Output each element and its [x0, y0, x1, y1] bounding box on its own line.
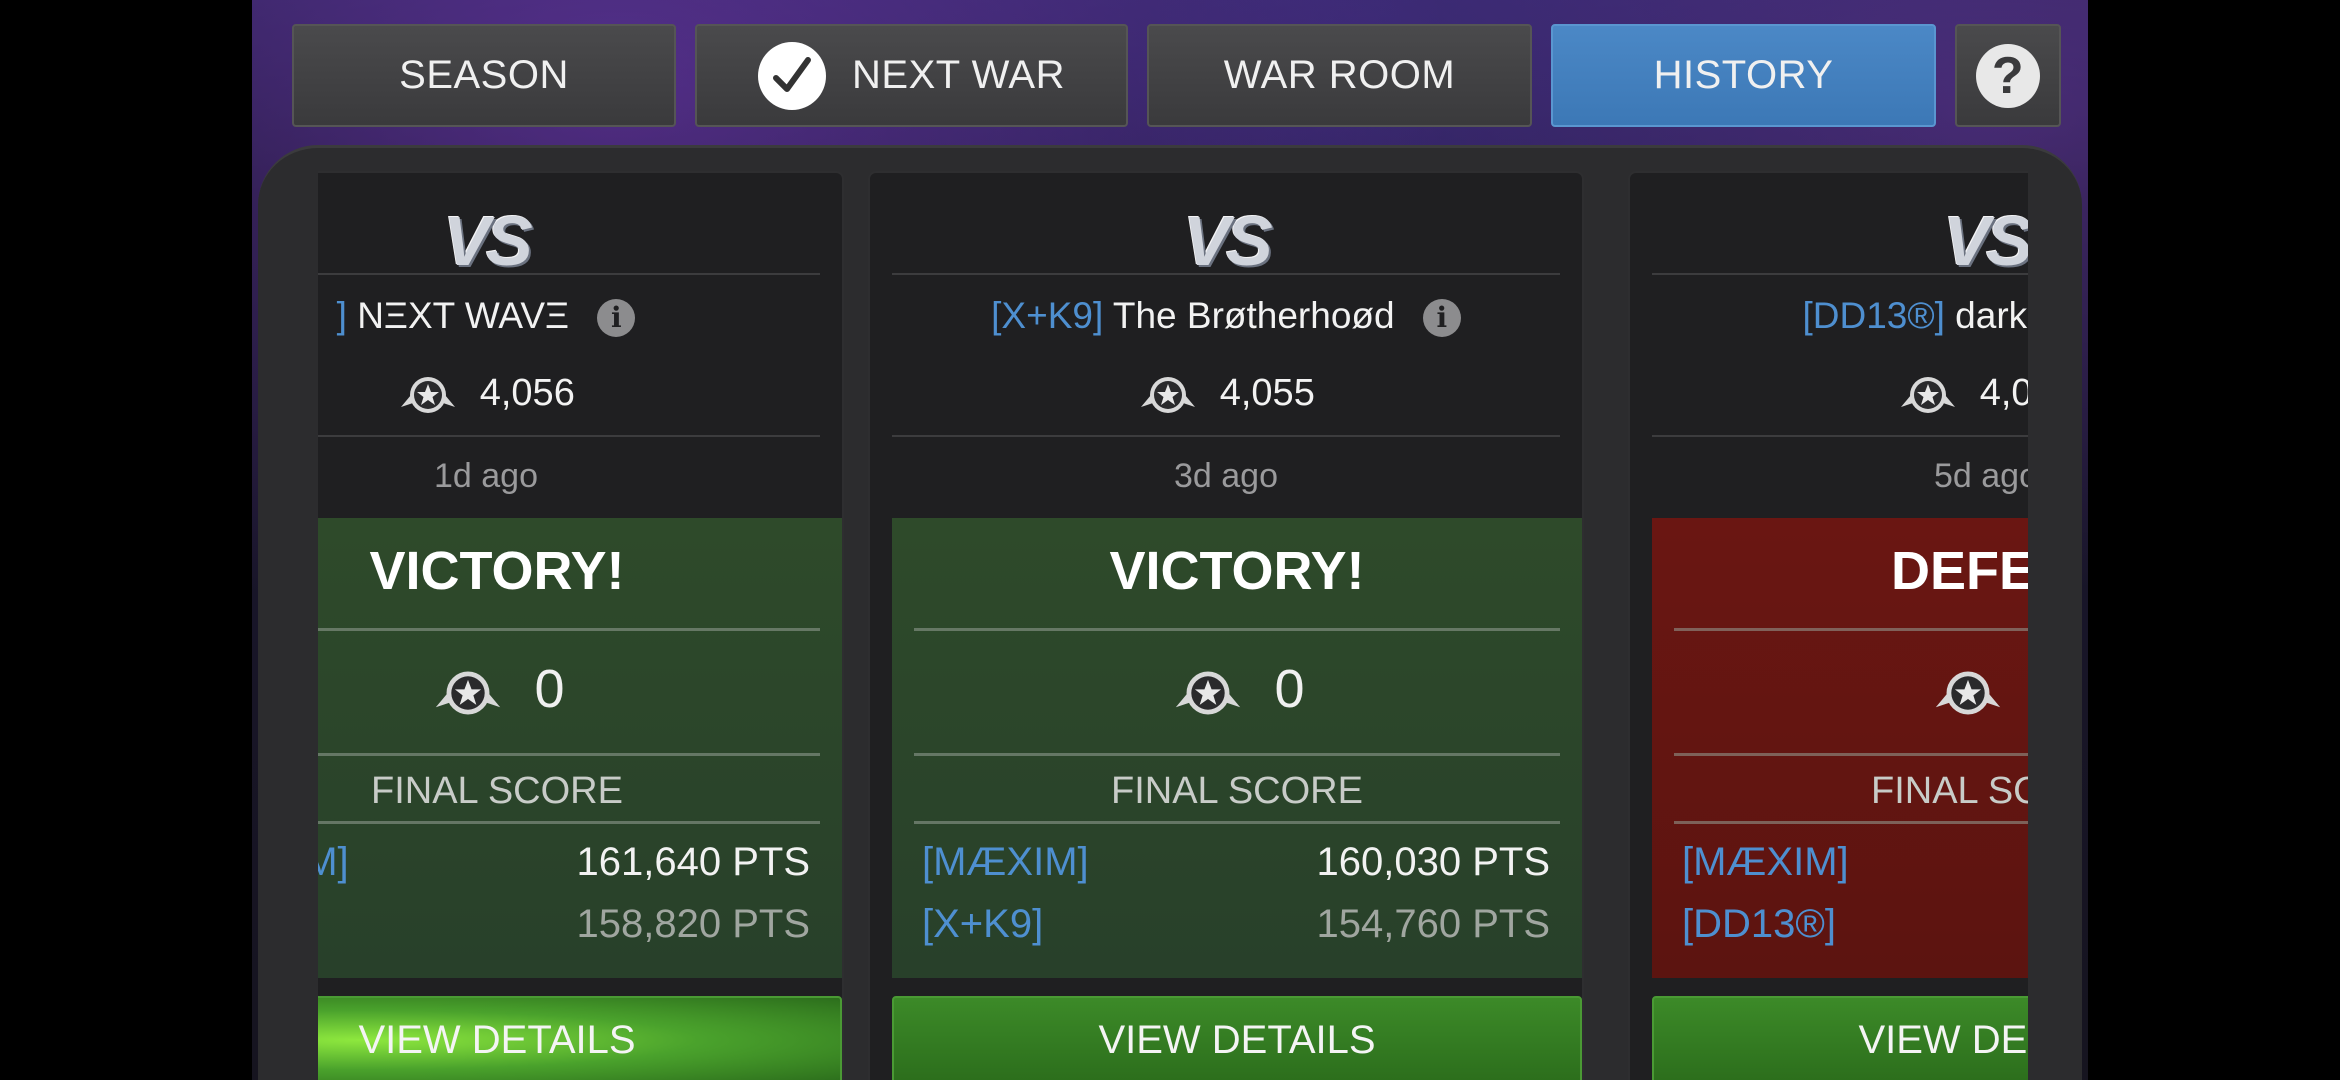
result-title: VICTORY!	[369, 541, 625, 601]
war-rating-icon	[401, 377, 456, 413]
divider	[318, 628, 820, 631]
help-icon: ?	[1976, 43, 2040, 108]
divider	[318, 273, 820, 275]
divider	[318, 753, 820, 756]
opponent-tag: ]	[336, 295, 347, 336]
final-score-label: FINAL SCORE	[1871, 770, 2028, 812]
opponent-name-row: [X+K9] The Brøtherhoød i	[870, 295, 1582, 338]
time-ago: 3d ago	[1174, 457, 1278, 495]
final-score-label: FINAL SCORE	[371, 770, 623, 812]
tab-war-room[interactable]: WAR ROOM	[1147, 24, 1532, 127]
tab-season[interactable]: SEASON	[292, 24, 676, 127]
points-earned-value: 0	[534, 659, 565, 719]
divider	[914, 821, 1560, 824]
divider	[914, 628, 1560, 631]
war-rating-icon	[1141, 377, 1196, 413]
info-icon[interactable]: i	[597, 299, 636, 338]
war-rating-icon	[1901, 377, 1956, 413]
rating-value: 4,055	[1219, 372, 1315, 415]
divider	[1652, 273, 2028, 275]
war-points-earned: 0	[1652, 658, 2028, 724]
time-ago: 5d ago	[1934, 457, 2028, 495]
opponent-rating: 4,053	[1630, 369, 2028, 421]
points-earned-value: 0	[1274, 659, 1305, 719]
result-box: VICTORY! 0 FINAL SCORE [MÆXIM] 161,640 P…	[318, 518, 842, 978]
our-score: 160,030 PTS	[1316, 840, 1551, 884]
view-details-button[interactable]: VIEW DETAILS	[318, 996, 842, 1080]
help-button[interactable]: ?	[1955, 24, 2061, 127]
view-details-button[interactable]: VIEW DETAILS	[1652, 996, 2028, 1080]
opponent-rating: 4,055	[870, 369, 1582, 421]
info-icon[interactable]: i	[1422, 299, 1461, 338]
war-points-earned: 0	[318, 658, 842, 724]
opponent-name-row: [DD13®] darkdevil i	[1630, 295, 2028, 337]
tab-next-war-label: NEXT WAR	[852, 53, 1065, 97]
war-history-panel: VS ] NΞXT WAVΞ i 4,056 1d ago VICTORY! 0…	[258, 145, 2082, 1080]
checkmark-icon	[758, 41, 827, 110]
opponent-tag: [DD13®]	[1802, 295, 1945, 336]
opponent-name: NΞXT WAVΞ	[357, 295, 570, 336]
rating-value: 4,056	[479, 372, 575, 415]
vs-emblem: VS	[1943, 202, 2028, 280]
opponent-name-row: ] NΞXT WAVΞ i	[318, 295, 842, 338]
our-alliance-tag: [MÆXIM]	[1682, 840, 1849, 884]
their-alliance-tag: [X+K9]	[922, 902, 1044, 946]
our-alliance-tag: [MÆXIM]	[318, 840, 349, 884]
divider	[1674, 753, 2028, 756]
tab-history-label: HISTORY	[1653, 53, 1834, 97]
tab-war-room-label: WAR ROOM	[1223, 53, 1456, 97]
tab-season-label: SEASON	[399, 53, 569, 97]
result-title: VICTORY!	[1109, 541, 1365, 601]
divider	[892, 435, 1560, 437]
our-alliance-tag: [MÆXIM]	[922, 840, 1089, 884]
our-score: 161,640 PTS	[576, 840, 811, 884]
opponent-rating: 4,056	[318, 369, 842, 421]
war-rating-icon	[1176, 671, 1241, 715]
war-rating-icon	[436, 671, 501, 715]
opponent-tag: [X+K9]	[991, 295, 1104, 336]
divider	[1674, 821, 2028, 824]
divider	[892, 273, 1560, 275]
opponent-name: The Brøtherhoød	[1112, 295, 1395, 336]
rating-value: 4,053	[1979, 372, 2028, 415]
tab-next-war[interactable]: NEXT WAR	[695, 24, 1128, 127]
view-details-button[interactable]: VIEW DETAILS	[892, 996, 1582, 1080]
their-alliance-tag: [DD13®]	[1682, 902, 1836, 946]
divider	[1674, 628, 2028, 631]
war-card: VS [DD13®] darkdevil i 4,053 5d ago DEFE…	[1628, 171, 2028, 1080]
divider	[914, 753, 1560, 756]
war-card: VS [X+K9] The Brøtherhoød i 4,055 3d ago…	[868, 171, 1584, 1080]
their-score: 158,820 PTS	[576, 902, 811, 946]
tab-history[interactable]: HISTORY	[1551, 24, 1936, 127]
war-rating-icon	[1936, 671, 2001, 715]
final-score-label: FINAL SCORE	[1111, 770, 1363, 812]
vs-emblem: VS	[443, 202, 532, 280]
game-screen: SEASON NEXT WAR WAR ROOM HISTORY ? VS ] …	[252, 0, 2088, 1080]
war-points-earned: 0	[892, 658, 1582, 724]
divider	[318, 821, 820, 824]
result-title: DEFEAT	[1891, 541, 2028, 601]
divider	[1652, 435, 2028, 437]
result-box: VICTORY! 0 FINAL SCORE [MÆXIM] 160,030 P…	[892, 518, 1582, 978]
their-score: 154,760 PTS	[1316, 902, 1551, 946]
war-history-carousel[interactable]: VS ] NΞXT WAVΞ i 4,056 1d ago VICTORY! 0…	[318, 148, 2028, 1080]
divider	[318, 435, 820, 437]
opponent-name: darkdevil	[1955, 295, 2028, 336]
war-card: VS ] NΞXT WAVΞ i 4,056 1d ago VICTORY! 0…	[318, 171, 844, 1080]
vs-emblem: VS	[1183, 202, 1272, 280]
result-box: DEFEAT 0 FINAL SCORE [MÆXIM] 18 [DD13®]	[1652, 518, 2028, 978]
time-ago: 1d ago	[434, 457, 538, 495]
